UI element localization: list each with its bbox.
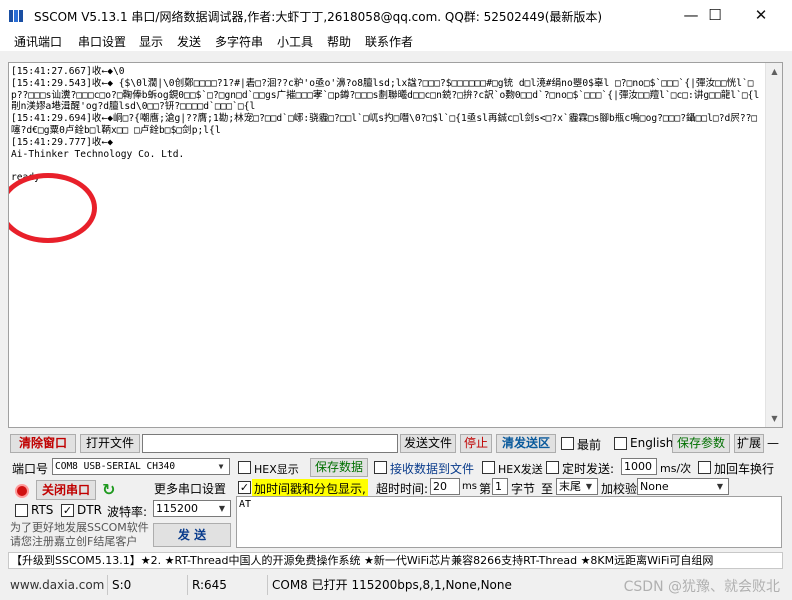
window-title: SSCOM V5.13.1 串口/网络数据调试器,作者:大虾丁丁,2618058… xyxy=(34,10,603,24)
scroll-up-icon[interactable]: ▲ xyxy=(766,63,782,80)
tail-select[interactable]: 末尾 ▼ xyxy=(556,478,598,495)
status-bar: www.daxia.com S:0 R:645 COM8 已打开 115200b… xyxy=(0,572,792,600)
checksum-select[interactable]: None ▼ xyxy=(637,478,729,495)
hex-send-checkbox[interactable] xyxy=(482,461,495,474)
port-status-icon xyxy=(15,484,29,498)
receive-text: [15:41:27.667]收←◆\0 [15:41:29.543]收←◆ {$… xyxy=(11,66,760,184)
menu-send[interactable]: 发送 xyxy=(177,33,201,50)
byte-label: 字节 xyxy=(511,482,536,496)
nth-input[interactable]: 1 xyxy=(492,478,508,495)
menu-bar: 通讯端口 串口设置 显示 发送 多字符串 小工具 帮助 联系作者 xyxy=(0,31,792,51)
chevron-down-icon: ▼ xyxy=(716,482,724,491)
checksum-label: 加校验 xyxy=(601,482,638,496)
hex-display-label: HEX显示 xyxy=(254,463,299,476)
send-text: AT xyxy=(239,499,252,510)
website-link[interactable]: www.daxia.com xyxy=(8,575,108,595)
recv-to-file-checkbox[interactable] xyxy=(374,461,387,474)
news-ticker[interactable]: 【升级到SSCOM5.13.1】★2. ★RT-Thread中国人的开源免费操作… xyxy=(8,552,783,569)
chevron-down-icon: ▼ xyxy=(218,504,226,513)
english-checkbox[interactable] xyxy=(614,437,627,450)
timed-send-checkbox[interactable] xyxy=(546,461,559,474)
latest-checkbox[interactable] xyxy=(561,437,574,450)
timeout-label: 超时时间: xyxy=(376,482,429,496)
to-label: 至 xyxy=(541,482,554,496)
more-port-settings-link[interactable]: 更多串口设置 xyxy=(154,480,226,497)
hex-display-checkbox[interactable] xyxy=(238,461,251,474)
dtr-checkbox[interactable]: ✓ xyxy=(61,504,74,517)
clear-window-button[interactable]: 清除窗口 xyxy=(10,434,76,453)
timeout-input[interactable]: 20 xyxy=(430,478,460,495)
interval-input[interactable]: 1000 xyxy=(621,458,657,475)
rts-checkbox[interactable] xyxy=(15,504,28,517)
menu-display[interactable]: 显示 xyxy=(139,33,163,50)
close-port-button[interactable]: 关闭串口 xyxy=(36,480,96,500)
baud-select[interactable]: 115200 ▼ xyxy=(153,500,231,517)
chevron-down-icon: ▼ xyxy=(585,482,593,491)
timestamp-checkbox[interactable]: ✓ xyxy=(238,481,251,494)
port-status: COM8 已打开 115200bps,8,1,None,None xyxy=(272,578,512,592)
app-icon xyxy=(9,10,23,22)
baud-select-value: 115200 xyxy=(156,502,198,515)
sent-count: S:0 xyxy=(110,575,188,595)
clear-send-area-button[interactable]: 清发送区 xyxy=(496,434,556,453)
add-crlf-label: 加回车换行 xyxy=(714,462,775,476)
send-text-area[interactable]: AT xyxy=(236,496,782,548)
watermark: CSDN @犹豫、就会败北 xyxy=(623,579,780,595)
menu-comm-port[interactable]: 通讯端口 xyxy=(14,33,62,50)
menu-serial-settings[interactable]: 串口设置 xyxy=(78,33,126,50)
refresh-icon[interactable]: ↻ xyxy=(102,480,115,499)
port-select-value: COM8 USB-SERIAL CH340 xyxy=(55,461,176,472)
timeout-unit: ms xyxy=(462,481,477,492)
hex-send-label: HEX发送 xyxy=(498,463,543,476)
interval-unit: ms/次 xyxy=(660,462,692,475)
checksum-select-value: None xyxy=(640,480,669,493)
stop-button[interactable]: 停止 xyxy=(460,434,492,453)
send-file-button[interactable]: 发送文件 xyxy=(400,434,456,453)
send-button[interactable]: 发 送 xyxy=(153,523,231,547)
scroll-down-icon[interactable]: ▼ xyxy=(766,410,782,427)
nth-label: 第 xyxy=(479,482,492,496)
annotation-red-circle xyxy=(9,173,97,243)
recv-to-file-label[interactable]: 接收数据到文件 xyxy=(390,460,474,477)
menu-tools[interactable]: 小工具 xyxy=(277,33,313,50)
port-label: 端口号 xyxy=(12,462,49,476)
baud-label: 波特率: xyxy=(107,505,148,519)
maximize-button[interactable]: ☐ xyxy=(692,0,738,31)
title-bar: SSCOM V5.13.1 串口/网络数据调试器,作者:大虾丁丁,2618058… xyxy=(0,0,792,31)
dtr-label: DTR xyxy=(77,503,102,517)
file-path-input[interactable] xyxy=(142,434,398,453)
timed-send-label: 定时发送: xyxy=(562,462,615,476)
add-crlf-checkbox[interactable] xyxy=(698,461,711,474)
save-data-button[interactable]: 保存数据 xyxy=(310,458,368,477)
received-count: R:645 xyxy=(190,575,268,595)
port-select[interactable]: COM8 USB-SERIAL CH340 ▼ xyxy=(52,458,230,475)
register-note[interactable]: 为了更好地发展SSCOM软件 请您注册嘉立创F结尾客户 xyxy=(10,521,149,549)
rts-label: RTS xyxy=(31,503,54,517)
menu-help[interactable]: 帮助 xyxy=(327,33,351,50)
receive-area[interactable]: [15:41:27.667]收←◆\0 [15:41:29.543]收←◆ {$… xyxy=(8,62,783,428)
menu-multi-string[interactable]: 多字符串 xyxy=(215,33,263,50)
save-params-button[interactable]: 保存参数 xyxy=(672,434,730,453)
open-file-button[interactable]: 打开文件 xyxy=(80,434,140,453)
close-button[interactable]: ✕ xyxy=(738,0,784,31)
receive-scrollbar[interactable]: ▲ ▼ xyxy=(765,63,782,427)
tail-select-value: 末尾 xyxy=(559,480,581,493)
expand-button[interactable]: 扩展 xyxy=(734,434,764,453)
menu-contact-author[interactable]: 联系作者 xyxy=(365,33,413,50)
english-label: English xyxy=(630,436,674,450)
chevron-down-icon: ▼ xyxy=(218,462,224,471)
latest-label: 最前 xyxy=(577,438,602,452)
collapse-dash[interactable]: — xyxy=(767,436,779,450)
